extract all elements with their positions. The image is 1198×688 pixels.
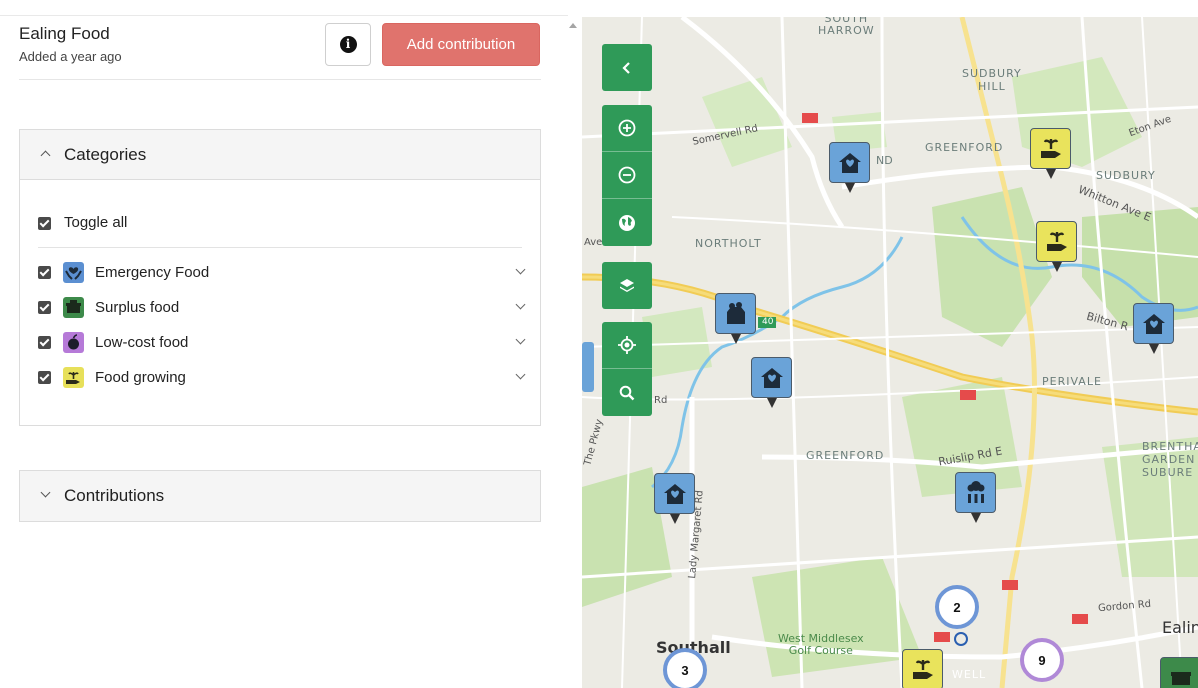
zoom-out-button[interactable] bbox=[602, 152, 652, 199]
map-marker-food-growing[interactable] bbox=[902, 649, 943, 688]
road-label: 40 bbox=[762, 317, 774, 327]
layers-button[interactable] bbox=[602, 262, 652, 309]
road-label: ND bbox=[876, 154, 893, 167]
zoom-out-icon bbox=[618, 166, 636, 184]
plant-hand-icon bbox=[1040, 138, 1061, 158]
chevron-down-icon[interactable] bbox=[515, 299, 526, 310]
category-row-surplus-food: Surplus food bbox=[38, 296, 526, 320]
chevron-left-icon bbox=[622, 61, 630, 74]
chevron-up-icon bbox=[42, 148, 64, 162]
map-collapse-control bbox=[602, 44, 652, 91]
top-strip bbox=[0, 0, 568, 16]
place-label: SUDBURY bbox=[1096, 169, 1156, 182]
map-tools-control bbox=[602, 322, 652, 416]
map-layers-control bbox=[602, 262, 652, 309]
plant-hand-icon bbox=[1046, 231, 1067, 251]
place-label: GREENFORD bbox=[806, 449, 885, 462]
category-label: Food growing bbox=[95, 369, 186, 386]
category-row-low-cost-food: Low-cost food bbox=[38, 331, 526, 355]
map-marker-food-growing[interactable] bbox=[1030, 128, 1071, 179]
road-label: Rd bbox=[654, 395, 668, 406]
contributions-panel: Contributions bbox=[19, 470, 541, 522]
search-icon bbox=[619, 385, 635, 400]
map-marker-emergency-food[interactable] bbox=[1133, 303, 1174, 354]
food-container-icon bbox=[63, 297, 84, 318]
plant-hand-icon bbox=[63, 367, 84, 388]
chevron-down-icon[interactable] bbox=[515, 369, 526, 380]
place-label: PERIVALE bbox=[1042, 375, 1102, 388]
chevron-down-icon[interactable] bbox=[515, 264, 526, 275]
project-subtitle: Added a year ago bbox=[19, 49, 122, 64]
place-label: WELL bbox=[952, 668, 987, 681]
house-heart-icon bbox=[838, 152, 861, 173]
reset-view-button[interactable] bbox=[602, 199, 652, 246]
house-heart-icon bbox=[1142, 313, 1165, 334]
scrollbar[interactable] bbox=[566, 17, 582, 688]
info-button[interactable]: i bbox=[325, 23, 371, 66]
place-label: GREENFORD bbox=[925, 141, 1004, 154]
chevron-down-icon bbox=[42, 489, 64, 503]
house-heart-icon bbox=[760, 367, 783, 388]
contributions-title: Contributions bbox=[64, 486, 165, 505]
food-container-icon bbox=[1170, 671, 1191, 685]
collapse-sidebar-button[interactable] bbox=[602, 44, 652, 91]
marker-cluster[interactable]: 2 bbox=[935, 585, 979, 629]
zoom-in-icon bbox=[618, 119, 636, 137]
category-label: Low-cost food bbox=[95, 334, 189, 351]
people-tree-icon bbox=[967, 480, 984, 503]
category-checkbox[interactable] bbox=[38, 336, 51, 349]
map-search-button[interactable] bbox=[602, 369, 652, 416]
place-label: BRENTHA GARDEN SUBURE bbox=[1142, 440, 1198, 479]
category-row-food-growing: Food growing bbox=[38, 366, 526, 390]
place-label: West Middlesex Golf Course bbox=[778, 632, 864, 657]
map-marker-food-growing[interactable] bbox=[1036, 221, 1077, 272]
categories-panel: Categories Toggle all Emergency Food Sur… bbox=[19, 129, 541, 426]
category-row-emergency-food: Emergency Food bbox=[38, 261, 526, 285]
scroll-up-arrow[interactable] bbox=[569, 23, 577, 28]
map-zoom-controls bbox=[602, 105, 652, 246]
map-marker-emergency-food[interactable] bbox=[751, 357, 792, 408]
toggle-all-label: Toggle all bbox=[64, 214, 128, 231]
zoom-in-button[interactable] bbox=[602, 105, 652, 152]
toggle-all-checkbox[interactable] bbox=[38, 217, 51, 230]
apple-icon bbox=[63, 332, 84, 353]
category-checkbox[interactable] bbox=[38, 371, 51, 384]
map-marker-surplus-food[interactable] bbox=[1160, 657, 1198, 688]
locate-button[interactable] bbox=[602, 322, 652, 369]
map-view[interactable]: SOUTH HARROW SUDBURY HILL GREENFORD SUDB… bbox=[582, 17, 1198, 688]
map-marker-emergency-food[interactable] bbox=[654, 473, 695, 524]
contributions-panel-header[interactable]: Contributions bbox=[20, 471, 540, 521]
categories-title: Categories bbox=[64, 144, 147, 164]
house-heart-icon bbox=[663, 483, 686, 504]
marker-cluster[interactable]: 9 bbox=[1020, 638, 1064, 682]
category-label: Emergency Food bbox=[95, 264, 210, 281]
place-label: SUDBURY HILL bbox=[962, 67, 1022, 93]
plant-hand-icon bbox=[912, 659, 933, 679]
category-checkbox[interactable] bbox=[38, 266, 51, 279]
map-tiles bbox=[582, 17, 1198, 688]
map-marker-surplus-food[interactable] bbox=[715, 293, 756, 344]
category-label: Surplus food bbox=[95, 299, 180, 316]
hands-heart-icon bbox=[63, 262, 84, 283]
chevron-down-icon[interactable] bbox=[515, 334, 526, 345]
map-marker-emergency-food[interactable] bbox=[829, 142, 870, 193]
add-contribution-button[interactable]: Add contribution bbox=[382, 23, 540, 66]
categories-panel-header[interactable]: Categories bbox=[20, 130, 540, 180]
project-header: Ealing Food Added a year ago i Add contr… bbox=[19, 22, 541, 80]
place-label: NORTHOLT bbox=[695, 237, 762, 250]
locate-icon bbox=[618, 336, 636, 354]
place-label: SOUTH HARROW bbox=[818, 17, 875, 37]
info-icon: i bbox=[339, 36, 357, 53]
divider bbox=[38, 247, 522, 248]
project-title: Ealing Food bbox=[19, 24, 110, 43]
map-marker-community[interactable] bbox=[955, 472, 996, 523]
globe-icon bbox=[619, 214, 635, 231]
marker-cluster[interactable]: 3 bbox=[663, 648, 707, 688]
category-checkbox[interactable] bbox=[38, 301, 51, 314]
food-box-icon bbox=[726, 301, 745, 324]
layers-icon bbox=[620, 278, 634, 292]
road-label: Ave bbox=[584, 237, 603, 248]
place-label: Ealin bbox=[1162, 618, 1198, 637]
